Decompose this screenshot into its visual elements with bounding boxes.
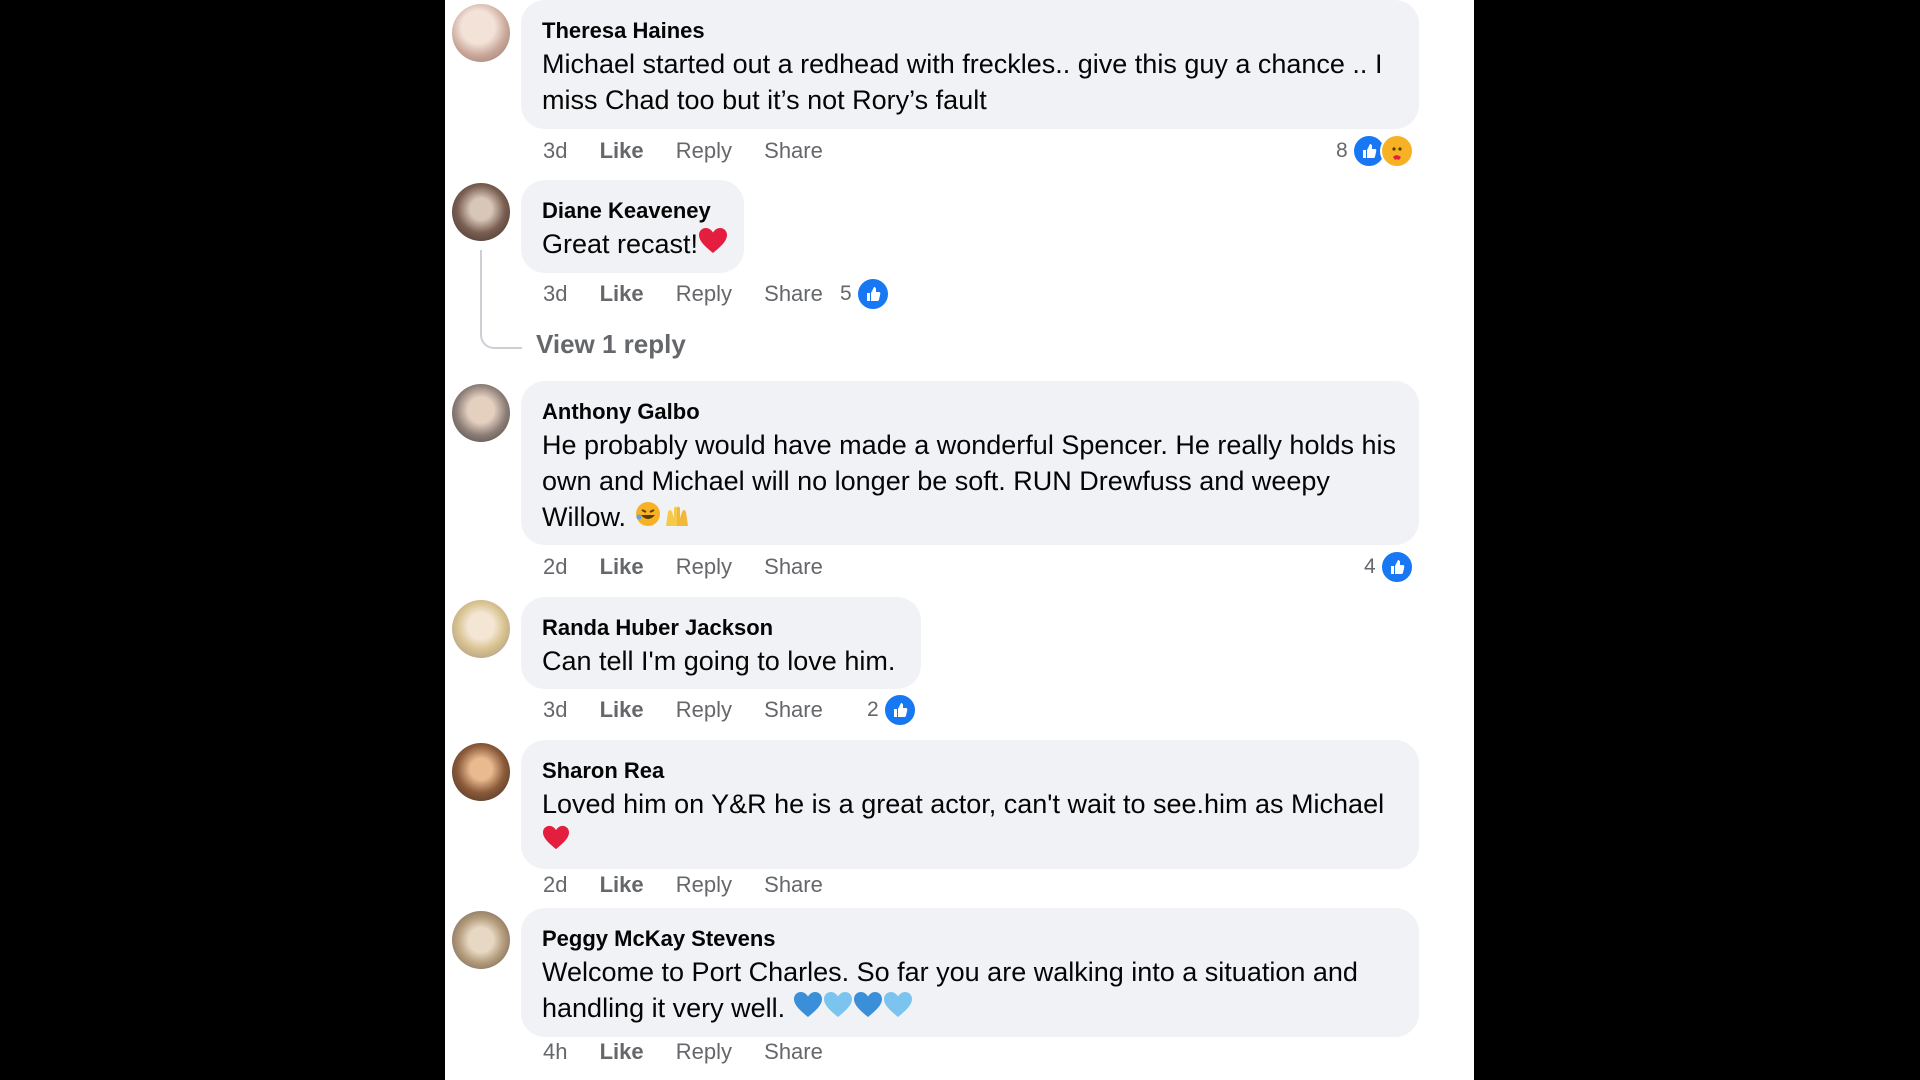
reactions-summary[interactable]: 8 (1336, 134, 1414, 168)
care-icon (1379, 134, 1414, 168)
comment-text-line: Can tell I'm going to love him. (542, 646, 896, 676)
comment-time[interactable]: 2d (543, 552, 567, 582)
thread-line (480, 250, 522, 349)
comment-actions: 3d Like Reply Share (543, 695, 849, 725)
comment-text-line: Michael started out a redhead with freck… (542, 49, 1383, 79)
comment-bubble: Diane Keaveney Great recast! (521, 180, 744, 273)
comment-text-line: own and Michael will no longer be soft. … (542, 466, 1330, 496)
like-button[interactable]: Like (600, 870, 644, 900)
avatar[interactable] (452, 911, 510, 969)
comment-actions: 3d Like Reply Share (543, 279, 849, 309)
reaction-count: 2 (867, 698, 879, 721)
comment-text-line: Loved him on Y&R he is a great actor, ca… (542, 789, 1385, 819)
comment-time[interactable]: 3d (543, 136, 567, 166)
comment-actions: 4h Like Reply Share (543, 1037, 849, 1067)
comment-author[interactable]: Randa Huber Jackson (542, 613, 900, 643)
blue-heart-icon (793, 991, 823, 1028)
comments-panel: Theresa Haines Michael started out a red… (445, 0, 1474, 1080)
comment-bubble: Sharon Rea Loved him on Y&R he is a grea… (521, 740, 1419, 869)
comment-time[interactable]: 2d (543, 870, 567, 900)
like-button[interactable]: Like (600, 695, 644, 725)
reply-button[interactable]: Reply (676, 695, 732, 725)
reply-button[interactable]: Reply (676, 136, 732, 166)
comment-text-line: Welcome to Port Charles. So far you are … (542, 957, 1358, 987)
like-button[interactable]: Like (600, 136, 644, 166)
reactions-summary[interactable]: 2 (867, 693, 917, 727)
comment-text-line: He probably would have made a wonderful … (542, 430, 1396, 460)
avatar[interactable] (452, 743, 510, 801)
avatar[interactable] (452, 600, 510, 658)
comment-author[interactable]: Anthony Galbo (542, 397, 1398, 427)
like-button[interactable]: Like (600, 552, 644, 582)
reaction-count: 8 (1336, 139, 1348, 162)
comment-actions: 2d Like Reply Share (543, 552, 849, 582)
avatar[interactable] (452, 183, 510, 241)
like-icon (855, 277, 890, 311)
comment-time[interactable]: 4h (543, 1037, 567, 1067)
blue-heart-icon (853, 991, 883, 1028)
blue-heart-icon (823, 991, 853, 1028)
reactions-summary[interactable]: 4 (1364, 550, 1414, 584)
red-heart-icon (542, 824, 570, 860)
blue-heart-icon (883, 991, 913, 1028)
reply-button[interactable]: Reply (676, 870, 732, 900)
raised-hands-emoji-icon (662, 501, 692, 537)
reply-button[interactable]: Reply (676, 1037, 732, 1067)
comment-time[interactable]: 3d (543, 695, 567, 725)
comment-author[interactable]: Theresa Haines (542, 16, 1398, 46)
like-icon (1379, 550, 1414, 584)
reaction-count: 4 (1364, 555, 1376, 578)
comment-text-line: miss Chad too but it’s not Rory’s fault (542, 85, 987, 115)
comment-actions: 2d Like Reply Share (543, 870, 849, 900)
like-button[interactable]: Like (600, 1037, 644, 1067)
comment-author[interactable]: Peggy McKay Stevens (542, 924, 1398, 954)
reply-button[interactable]: Reply (676, 552, 732, 582)
avatar[interactable] (452, 4, 510, 62)
comment-text-line: Great recast! (542, 229, 699, 259)
comment-text-line: Willow. (542, 502, 627, 532)
view-replies-link[interactable]: View 1 reply (536, 329, 686, 360)
reply-button[interactable]: Reply (676, 279, 732, 309)
comment-author[interactable]: Sharon Rea (542, 756, 1398, 786)
share-button[interactable]: Share (764, 552, 823, 582)
share-button[interactable]: Share (764, 136, 823, 166)
comment-actions: 3d Like Reply Share (543, 136, 849, 166)
share-button[interactable]: Share (764, 279, 823, 309)
comment-bubble: Anthony Galbo He probably would have mad… (521, 381, 1419, 545)
share-button[interactable]: Share (764, 695, 823, 725)
comment-author[interactable]: Diane Keaveney (542, 196, 723, 226)
avatar[interactable] (452, 384, 510, 442)
reaction-count: 5 (840, 282, 852, 305)
rofl-emoji-icon (634, 500, 662, 537)
like-icon (882, 693, 917, 727)
like-button[interactable]: Like (600, 279, 644, 309)
share-button[interactable]: Share (764, 1037, 823, 1067)
reactions-summary[interactable]: 5 (840, 277, 890, 311)
comment-text-line: handling it very well. (542, 993, 786, 1023)
comment-bubble: Theresa Haines Michael started out a red… (521, 0, 1419, 129)
comment-bubble: Randa Huber Jackson Can tell I'm going t… (521, 597, 921, 689)
comment-bubble: Peggy McKay Stevens Welcome to Port Char… (521, 908, 1419, 1037)
comment-time[interactable]: 3d (543, 279, 567, 309)
red-heart-icon (698, 227, 728, 264)
share-button[interactable]: Share (764, 870, 823, 900)
